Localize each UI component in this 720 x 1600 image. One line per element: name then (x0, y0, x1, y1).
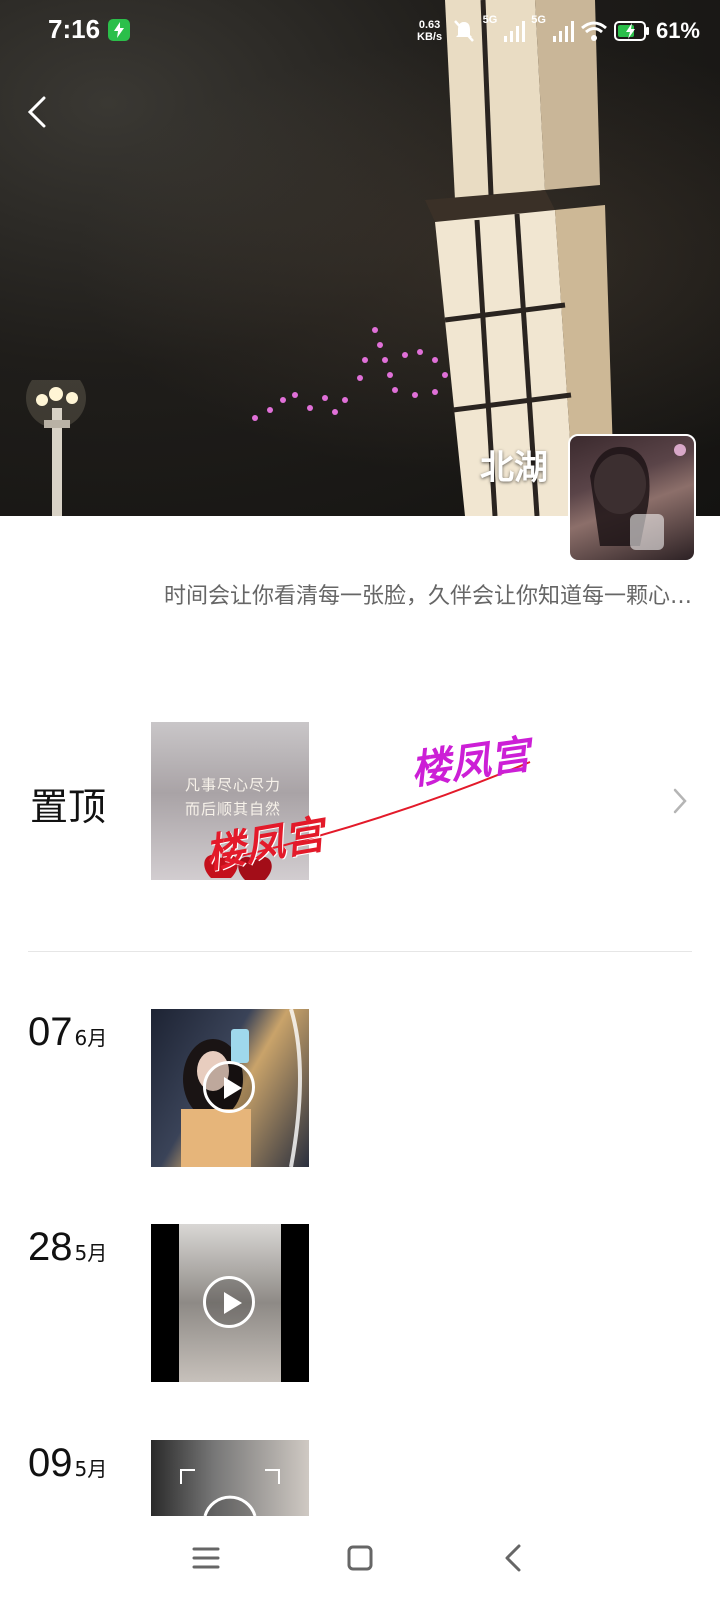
profile-nickname: 北湖 (480, 448, 548, 488)
street-lamp-image (26, 380, 86, 516)
chevron-right-icon (673, 788, 687, 814)
post-date: 07 6月 (28, 1010, 107, 1055)
signal-bars-icon (552, 21, 574, 42)
signal-bars-icon (504, 21, 526, 42)
post-date-month: 6月 (74, 1026, 108, 1050)
play-icon (203, 1061, 255, 1113)
pinned-label: 置顶 (30, 785, 107, 829)
profile-signature: 时间会让你看清每一张脸，久伴会让你知道每一颗心… (163, 584, 692, 609)
back-arrow-icon (27, 96, 46, 128)
video-thumbnail-image (180, 1469, 280, 1516)
signal-1-label: 5G (482, 14, 498, 26)
play-icon (203, 1276, 255, 1328)
avatar[interactable] (568, 434, 696, 562)
wifi-icon (580, 21, 607, 41)
post-date: 09 5月 (28, 1441, 107, 1486)
signal-2-label: 5G (531, 14, 546, 26)
back-triangle-icon (505, 1544, 521, 1572)
video-post-thumbnail[interactable] (151, 1009, 309, 1167)
post-date-month: 5月 (74, 1457, 108, 1481)
nav-back-button[interactable] (494, 1538, 534, 1578)
status-bar: 7:16 0.63 KB/s 5G 5G 61% (0, 0, 720, 62)
network-speed-value: 0.63 (418, 19, 441, 31)
system-nav-bar (0, 1516, 720, 1600)
status-time: 7:16 (48, 14, 101, 44)
post-date-day: 07 (28, 1010, 73, 1054)
video-post-thumbnail[interactable] (151, 1224, 309, 1382)
video-post-thumbnail[interactable] (151, 1440, 309, 1516)
section-divider (28, 951, 692, 952)
nav-home-button[interactable] (340, 1538, 380, 1578)
home-square-icon (347, 1545, 373, 1571)
nav-menu-button[interactable] (186, 1538, 226, 1578)
post-date-day: 28 (28, 1225, 73, 1269)
network-speed-unit: KB/s (417, 31, 443, 43)
battery-level: 61% (655, 18, 700, 43)
avatar-image (590, 444, 686, 550)
mute-bell-icon (453, 20, 474, 42)
drone-light-show-image (252, 327, 448, 421)
charging-bolt-icon (108, 19, 130, 41)
back-button[interactable] (18, 90, 58, 134)
pinned-more-button[interactable] (670, 784, 690, 818)
post-date-day: 09 (28, 1441, 73, 1485)
network-speed: 0.63 KB/s (415, 19, 445, 43)
status-icons: 0.63 KB/s 5G 5G 61% (415, 14, 700, 48)
post-date: 28 5月 (28, 1225, 107, 1270)
post-date-month: 5月 (74, 1241, 108, 1265)
menu-icon (192, 1547, 220, 1569)
battery-charging-icon (613, 21, 649, 41)
